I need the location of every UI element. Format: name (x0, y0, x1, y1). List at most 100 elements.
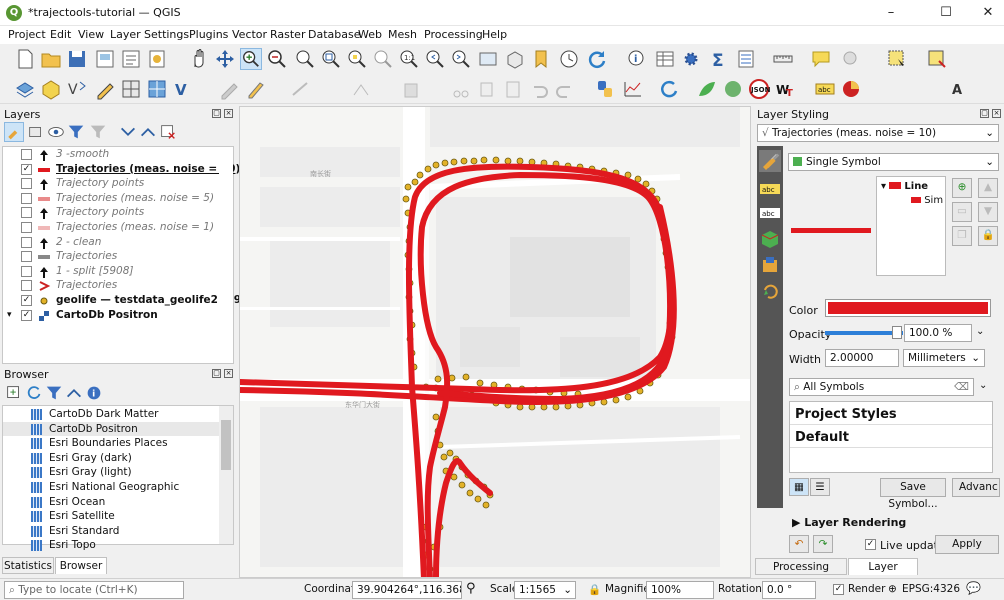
new-project-icon[interactable] (14, 48, 36, 70)
browser-scrollbar[interactable] (219, 406, 233, 544)
add-wfs-icon[interactable]: V (172, 78, 194, 100)
browser-item[interactable]: CartoDb Positron (3, 421, 223, 436)
layer-visibility-checkbox[interactable] (21, 178, 32, 190)
history-icon[interactable] (759, 280, 781, 302)
zoom-last-icon[interactable] (424, 48, 446, 70)
icon-view-icon[interactable]: ▦ (789, 478, 809, 496)
close-panel-icon[interactable]: × (224, 109, 233, 118)
copy-icon[interactable] (476, 78, 498, 100)
zoom-to-selection-icon[interactable] (346, 48, 368, 70)
menu-vector[interactable]: Vector (232, 28, 267, 41)
add-feature-icon[interactable] (290, 78, 312, 100)
menu-raster[interactable]: Raster (270, 28, 305, 41)
duplicate-icon[interactable]: ❐ (952, 226, 972, 246)
style-item-project[interactable]: Project Styles (795, 407, 897, 422)
processing-settings-icon[interactable] (680, 48, 702, 70)
open-project-icon[interactable] (40, 48, 62, 70)
expand-arrow-icon[interactable]: ▾ (7, 310, 12, 320)
rotate-icon[interactable] (658, 78, 680, 100)
menu-settings[interactable]: Settings (144, 28, 189, 41)
messages-icon[interactable]: 💬 (966, 581, 981, 595)
browser-item[interactable]: Esri National Geographic (3, 480, 223, 494)
add-selected-icon[interactable] (4, 383, 24, 403)
move-down-icon[interactable]: ▼ (978, 202, 998, 222)
digitize-icon[interactable] (94, 78, 116, 100)
browser-item[interactable]: Esri Boundaries Places (3, 436, 223, 450)
list-view-icon[interactable]: ☰ (810, 478, 830, 496)
map-canvas[interactable]: 南长街 东华门大街 (239, 106, 751, 578)
zoom-rubberband-icon[interactable] (294, 48, 316, 70)
layer-row[interactable]: 2 - clean (3, 236, 233, 250)
edit-disabled-icon[interactable] (218, 78, 240, 100)
style-item-default[interactable]: Default (795, 430, 849, 445)
pan-icon[interactable] (188, 48, 210, 70)
menu-plugins[interactable]: Plugins (189, 28, 228, 41)
clear-icon[interactable]: ⌫ (954, 379, 969, 395)
layer-visibility-checkbox[interactable] (21, 251, 32, 263)
layer-visibility-checkbox[interactable]: ✓ (21, 309, 32, 321)
filter-browser-icon[interactable] (44, 383, 64, 403)
menu-view[interactable]: View (78, 28, 104, 41)
browser-item[interactable]: Esri Topo (3, 538, 223, 552)
layer-visibility-checkbox[interactable] (21, 149, 32, 160)
delete-selected-icon[interactable] (400, 78, 422, 100)
save-symbol-button[interactable]: Save Symbol... (880, 478, 946, 510)
diagram-icon[interactable] (840, 78, 862, 100)
menu-database[interactable]: Database (308, 28, 361, 41)
symbol-filter-input[interactable]: ⌕ All Symbols ⌫ (789, 378, 974, 396)
vertex-tool-icon[interactable] (350, 78, 372, 100)
tab-layer-styling[interactable]: Layer Styling (848, 558, 918, 589)
layer-row[interactable]: ✓ geolife — testdata_geolife2 [5908] (3, 294, 260, 308)
color-button[interactable] (825, 299, 991, 317)
zoom-in-icon[interactable] (240, 48, 262, 70)
layer-row[interactable]: Trajectory points (3, 177, 233, 191)
new-3d-view-icon[interactable] (504, 48, 526, 70)
tab-statistics[interactable]: Statistics (2, 557, 54, 574)
renderer-select[interactable]: Single Symbol ⌄ (788, 153, 999, 171)
layer-visibility-checkbox[interactable] (21, 236, 32, 248)
menu-project[interactable]: Project (8, 28, 46, 41)
float-panel-icon[interactable]: ▢ (212, 109, 221, 118)
temporal-controller-icon[interactable] (558, 48, 580, 70)
refresh-icon[interactable] (586, 48, 608, 70)
add-layer-icon[interactable] (14, 78, 36, 100)
label-abc-icon[interactable]: abc (814, 78, 836, 100)
wkt-icon[interactable]: WT (774, 78, 796, 100)
lock-icon[interactable]: 🔒 (978, 226, 998, 246)
python-console-icon[interactable] (594, 78, 616, 100)
layer-row[interactable]: ▾ ✓ CartoDb Positron (3, 309, 233, 323)
open-field-calculator-icon[interactable] (736, 48, 758, 70)
refresh-browser-icon[interactable] (24, 383, 44, 403)
menu-help[interactable]: Help (482, 28, 507, 41)
zoom-to-layer-icon[interactable] (372, 48, 394, 70)
rotation-field[interactable]: 0.0 ° (762, 581, 816, 599)
layers-scrollbar[interactable] (219, 147, 233, 363)
masks-abc-icon[interactable]: abc (759, 202, 781, 224)
save-project-icon[interactable] (66, 48, 88, 70)
undo-style-icon[interactable]: ↶ (789, 535, 809, 553)
browser-item[interactable]: CartoDb Dark Matter (3, 407, 223, 421)
unit-select[interactable]: Millimeters ⌄ (903, 349, 985, 367)
float-styling-icon[interactable]: ▢ (980, 109, 989, 118)
redo-style-icon[interactable]: ↷ (813, 535, 833, 553)
annotation-icon[interactable] (840, 48, 862, 70)
layer-row[interactable]: Trajectory points (3, 206, 233, 220)
json-icon[interactable]: JSON (748, 78, 770, 100)
filter-legend-icon[interactable] (66, 122, 86, 142)
width-input[interactable]: 2.00000 (825, 349, 899, 367)
add-delimited-text-icon[interactable]: V (66, 78, 88, 100)
manage-themes-icon[interactable] (46, 122, 66, 142)
close-browser-icon[interactable]: × (224, 369, 233, 378)
opacity-input[interactable]: 100.0 % (904, 324, 972, 342)
layer-row[interactable]: Trajectories (3, 250, 233, 264)
menu-processing[interactable]: Processing (424, 28, 483, 41)
identify-icon[interactable]: i (626, 48, 648, 70)
live-update-checkbox[interactable]: ✓ (865, 539, 876, 550)
advanced-button[interactable]: Advanc (952, 478, 1000, 497)
magnifier-field[interactable]: 100% (646, 581, 714, 599)
plugin-globe-icon[interactable] (722, 78, 744, 100)
layer-row[interactable]: Trajectories (3, 279, 233, 293)
add-wms-icon[interactable] (146, 78, 168, 100)
toggle-editing-icon[interactable] (244, 78, 266, 100)
chart-icon[interactable] (622, 78, 644, 100)
